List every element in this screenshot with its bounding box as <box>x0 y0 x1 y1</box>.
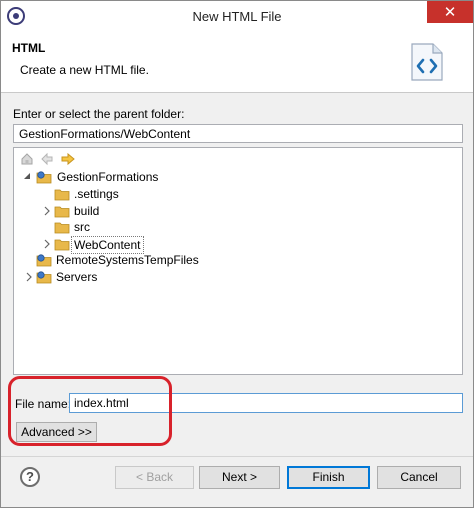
forward-arrow-icon[interactable] <box>60 152 76 166</box>
tree-item-label: .settings <box>74 187 119 201</box>
expanded-arrow-icon[interactable] <box>22 169 32 185</box>
close-button[interactable]: ✕ <box>427 1 473 23</box>
tree-item-webcontent[interactable]: WebContent <box>38 236 458 254</box>
project-folder-icon <box>36 171 52 184</box>
wizard-title: HTML <box>12 41 46 55</box>
cancel-button[interactable]: Cancel <box>377 466 461 489</box>
next-button[interactable]: Next > <box>199 466 280 489</box>
folder-icon <box>54 189 70 201</box>
wizard-description: Create a new HTML file. <box>20 63 149 77</box>
parent-folder-input[interactable]: GestionFormations/WebContent <box>13 124 463 143</box>
tree-item-gestionformations[interactable]: GestionFormations <box>22 169 462 185</box>
project-folder-icon <box>36 271 52 284</box>
help-icon[interactable]: ? <box>20 467 40 487</box>
home-icon[interactable] <box>20 152 34 166</box>
tree-item-build[interactable]: build <box>38 203 458 219</box>
collapsed-arrow-icon[interactable] <box>42 203 52 219</box>
tree-item-label: RemoteSystemsTempFiles <box>56 253 199 267</box>
tree-item-src[interactable]: src <box>38 219 458 235</box>
wizard-header: HTML Create a new HTML file. <box>1 31 473 93</box>
folder-icon <box>54 239 70 251</box>
tree-item-label: GestionFormations <box>57 170 159 184</box>
footer-separator <box>1 456 473 457</box>
back-button[interactable]: < Back <box>115 466 194 489</box>
title-bar[interactable]: New HTML File ✕ <box>1 1 473 31</box>
tree-item-remotesystemstempfiles[interactable]: RemoteSystemsTempFiles <box>22 252 462 268</box>
folder-tree[interactable]: GestionFormations .settings build src We… <box>13 147 463 375</box>
tree-item-label: src <box>74 220 90 234</box>
new-html-file-dialog: New HTML File ✕ HTML Create a new HTML f… <box>0 0 474 508</box>
html-file-icon <box>411 43 443 81</box>
tree-item-servers[interactable]: Servers <box>22 269 462 285</box>
collapsed-arrow-icon[interactable] <box>24 269 34 285</box>
highlight-annotation-ring <box>8 376 172 446</box>
project-folder-icon <box>36 254 52 267</box>
collapsed-arrow-icon[interactable] <box>42 236 52 252</box>
parent-folder-label: Enter or select the parent folder: <box>13 107 185 121</box>
tree-item-label: Servers <box>56 270 98 284</box>
window-title: New HTML File <box>192 9 282 24</box>
folder-icon <box>54 206 70 218</box>
tree-item-label: build <box>74 204 100 218</box>
tree-item-settings[interactable]: .settings <box>38 186 458 202</box>
folder-icon <box>54 222 70 234</box>
finish-button[interactable]: Finish <box>287 466 370 489</box>
back-arrow-icon[interactable] <box>40 152 54 166</box>
